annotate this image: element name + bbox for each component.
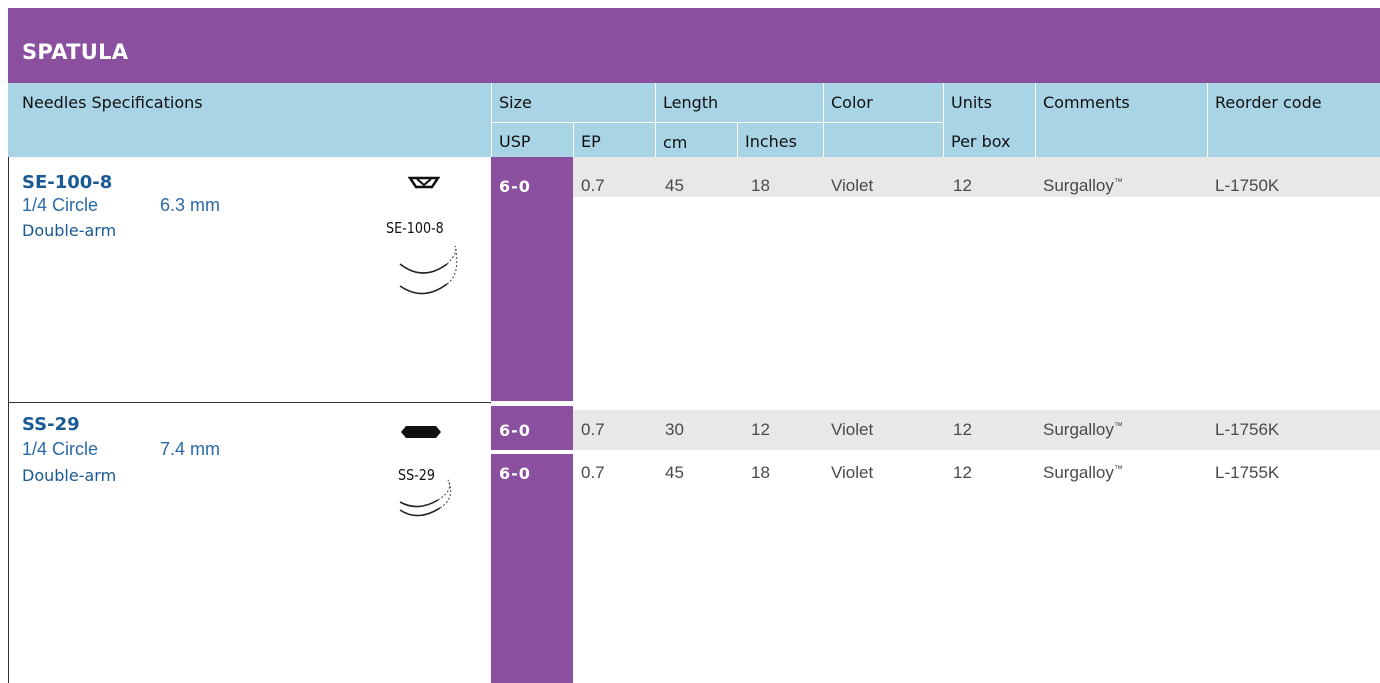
- group-separator: [8, 402, 491, 403]
- needle-diagram-icon: [399, 479, 452, 517]
- comment-value: Surgalloy™: [1043, 176, 1123, 196]
- table-left-border: [8, 157, 9, 683]
- cm-value: 30: [665, 420, 684, 439]
- header-comments: Comments: [1043, 93, 1130, 112]
- trademark-mark: ™: [1113, 176, 1123, 187]
- cm-value: 45: [665, 176, 684, 195]
- header-divider: [655, 83, 656, 157]
- color-value: Violet: [831, 176, 874, 195]
- needle-arm: Double-arm: [22, 221, 117, 240]
- header-divider: [737, 122, 738, 157]
- needle-code: SS-29: [22, 414, 80, 435]
- header-units: Units: [951, 93, 992, 112]
- header-length: Length: [663, 93, 719, 112]
- needle-diagram-label: SE-100-8: [386, 219, 444, 237]
- header-cm: cm: [663, 133, 688, 152]
- units-value: 12: [953, 176, 972, 195]
- comment-text: Surgalloy: [1043, 420, 1114, 439]
- comment-text: Surgalloy: [1043, 176, 1114, 195]
- header-subdivider: [491, 122, 943, 123]
- hexagon-cross-section-icon: [401, 426, 441, 438]
- header-usp: USP: [499, 132, 531, 151]
- header-size: Size: [499, 93, 532, 112]
- inches-value: 12: [751, 420, 770, 439]
- section-title: SPATULA: [22, 40, 129, 64]
- trademark-mark: ™: [1113, 420, 1123, 431]
- needle-code: SE-100-8: [22, 172, 113, 193]
- header-divider: [1207, 83, 1208, 157]
- cm-value: 45: [665, 463, 684, 482]
- spatula-cross-section-icon: [408, 176, 440, 189]
- header-divider: [573, 122, 574, 157]
- needle-length: 6.3 mm: [160, 195, 221, 215]
- units-value: 12: [953, 420, 972, 439]
- color-value: Violet: [831, 463, 874, 482]
- needle-circle: 1/4 Circle: [22, 439, 99, 459]
- comment-value: Surgalloy™: [1043, 420, 1123, 440]
- usp-column-band: [491, 406, 573, 683]
- comment-value: Surgalloy™: [1043, 463, 1123, 483]
- header-inches: Inches: [745, 132, 797, 151]
- reorder-code-value: L-1756K: [1215, 420, 1280, 439]
- comment-text: Surgalloy: [1043, 463, 1114, 482]
- ep-value: 0.7: [581, 176, 605, 195]
- reorder-code-value: L-1755K: [1215, 463, 1280, 482]
- usp-value: 6-0: [499, 464, 531, 483]
- trademark-mark: ™: [1113, 463, 1123, 474]
- needle-circle: 1/4 Circle: [22, 195, 99, 215]
- usp-value: 6-0: [499, 177, 531, 196]
- color-value: Violet: [831, 420, 874, 439]
- header-color: Color: [831, 93, 873, 112]
- header-divider: [943, 83, 944, 157]
- header-reorder-code: Reorder code: [1215, 93, 1322, 112]
- units-value: 12: [953, 463, 972, 482]
- inches-value: 18: [751, 176, 770, 195]
- reorder-code-value: L-1750K: [1215, 176, 1280, 195]
- usp-value: 6-0: [499, 421, 531, 440]
- ep-value: 0.7: [581, 420, 605, 439]
- header-per-box: Per box: [951, 132, 1011, 151]
- needle-diagram-icon: [399, 245, 458, 295]
- header-needles-spec: Needles Specifications: [22, 93, 203, 112]
- ep-value: 0.7: [581, 463, 605, 482]
- needle-length: 7.4 mm: [160, 439, 221, 459]
- header-ep: EP: [581, 132, 601, 151]
- header-divider: [491, 83, 492, 157]
- inches-value: 18: [751, 463, 770, 482]
- header-divider: [823, 83, 824, 157]
- section-title-bar: SPATULA: [8, 8, 1380, 83]
- needle-arm: Double-arm: [22, 466, 117, 485]
- header-divider: [1035, 83, 1036, 157]
